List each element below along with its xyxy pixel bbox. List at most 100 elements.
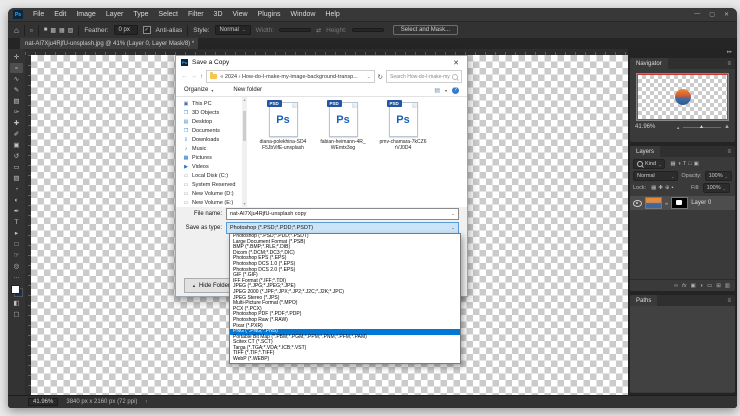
- sidebar-item-pictures[interactable]: ▦ Pictures: [176, 153, 242, 162]
- screen-mode-icon[interactable]: ▢: [10, 309, 23, 319]
- filter-shape-icon[interactable]: □: [688, 161, 691, 167]
- menu-image[interactable]: Image: [71, 8, 100, 21]
- zoom-in-icon[interactable]: ▲: [724, 124, 730, 130]
- add-mask-icon[interactable]: ▣: [690, 283, 695, 289]
- healing-brush-tool[interactable]: ✚: [10, 118, 23, 128]
- subtract-selection-icon[interactable]: ▦: [59, 27, 65, 34]
- file-item[interactable]: PSD Ps diana-polekhina-SD4F5JbVifE-unspl…: [259, 100, 307, 207]
- zoom-slider-thumb[interactable]: ▲: [699, 124, 704, 130]
- blur-tool[interactable]: ◔: [10, 184, 23, 194]
- add-selection-icon[interactable]: ▩: [50, 27, 56, 34]
- sidebar-item-system-reserved[interactable]: ▭ System Reserved: [176, 180, 242, 189]
- navigator-thumbnail[interactable]: [636, 73, 729, 121]
- menu-layer[interactable]: Layer: [101, 8, 129, 21]
- menu-type[interactable]: Type: [128, 8, 153, 21]
- collapse-panels-icon[interactable]: ▸▸: [628, 49, 737, 56]
- filter-type-icon[interactable]: T: [683, 161, 686, 167]
- new-selection-icon[interactable]: ■: [44, 27, 48, 34]
- layer-style-fx-icon[interactable]: fx: [682, 283, 686, 289]
- file-item[interactable]: PSD Ps pmv-chamara-7kCZ6rVJ0D4: [379, 100, 427, 207]
- panel-menu-icon[interactable]: ≡: [723, 295, 735, 306]
- opacity-dropdown[interactable]: 100% ⌄: [704, 171, 732, 181]
- menu-view[interactable]: View: [228, 8, 253, 21]
- delete-layer-icon[interactable]: ▥: [725, 283, 730, 289]
- zoom-slider-track[interactable]: ▲: [683, 124, 722, 130]
- format-option[interactable]: WebP (*.WEBP): [230, 356, 460, 363]
- file-item[interactable]: PSD Ps fabian-heimann-4R_WEmtx3og: [319, 100, 367, 207]
- layer-visibility-eye-icon[interactable]: [633, 199, 642, 207]
- eyedropper-tool[interactable]: ✑: [10, 107, 23, 117]
- link-layers-icon[interactable]: ∞: [674, 283, 678, 289]
- adjustment-layer-icon[interactable]: ◑: [700, 283, 703, 289]
- address-path-text[interactable]: « 2024 › How-do-I-make-my-image-backgrou…: [220, 74, 358, 80]
- help-icon[interactable]: ?: [452, 86, 459, 94]
- foreground-color-swatch[interactable]: [10, 285, 20, 294]
- select-and-mask-button[interactable]: Select and Mask...: [392, 25, 459, 35]
- new-folder-button[interactable]: New folder: [233, 87, 262, 93]
- sidebar-item-new-volume-e[interactable]: ▭ New Volume (E:): [176, 198, 242, 207]
- intersect-selection-icon[interactable]: ▧: [68, 27, 74, 34]
- menu-edit[interactable]: Edit: [49, 8, 71, 21]
- height-input[interactable]: [351, 28, 384, 32]
- type-tool[interactable]: T: [10, 217, 23, 227]
- organize-button[interactable]: Organize: [184, 87, 208, 93]
- up-icon[interactable]: ↑: [200, 73, 203, 80]
- panel-menu-icon[interactable]: ≡: [723, 146, 735, 157]
- back-icon[interactable]: ←: [181, 73, 188, 80]
- anti-alias-checkbox[interactable]: ✓: [142, 26, 151, 34]
- hand-tool[interactable]: ☞: [10, 250, 23, 260]
- close-button[interactable]: ✕: [724, 11, 729, 18]
- crop-tool[interactable]: ▧: [10, 96, 23, 106]
- blend-mode-dropdown[interactable]: Normal ⌄: [633, 171, 679, 181]
- lasso-tool[interactable]: ∿: [10, 74, 23, 84]
- refresh-icon[interactable]: ↻: [378, 73, 383, 81]
- filter-smart-object-icon[interactable]: ▣: [694, 161, 699, 167]
- menu-help[interactable]: Help: [320, 8, 344, 21]
- home-icon[interactable]: ⌂: [14, 26, 19, 35]
- forward-icon[interactable]: →: [191, 73, 198, 80]
- menu-window[interactable]: Window: [286, 8, 321, 21]
- view-options-chevron-icon[interactable]: ▾: [445, 88, 447, 93]
- document-tab[interactable]: nat-AI7Xju4RjfU-unsplash.jpg @ 41% (Laye…: [20, 38, 198, 49]
- lock-all-icon[interactable]: ▪: [672, 185, 674, 191]
- address-dropdown-icon[interactable]: ⌄: [367, 74, 371, 80]
- lock-pixels-icon[interactable]: ✚: [658, 185, 663, 191]
- sidebar-item-local-disk-c[interactable]: ▭ Local Disk (C:): [176, 171, 242, 180]
- sidebar-item-videos[interactable]: ▶ Videos: [176, 162, 242, 171]
- menu-file[interactable]: File: [28, 8, 49, 21]
- new-layer-icon[interactable]: ⊞: [716, 283, 721, 289]
- dialog-title-bar[interactable]: Ps Save a Copy ✕: [176, 56, 467, 69]
- sidebar-item-downloads[interactable]: ⇩ Downloads: [176, 135, 242, 144]
- layer-row-layer-0[interactable]: ∞ Layer 0: [630, 196, 735, 210]
- filter-adjustment-icon[interactable]: ◑: [678, 161, 681, 167]
- quick-selection-tool[interactable]: ✎: [10, 85, 23, 95]
- scrollbar-thumb[interactable]: [243, 111, 246, 141]
- sidebar-item-3d-objects[interactable]: ❒ 3D Objects: [176, 108, 242, 117]
- scroll-up-icon[interactable]: ▲: [242, 98, 247, 102]
- layer-thumbnail[interactable]: [645, 197, 662, 209]
- menu-plugins[interactable]: Plugins: [253, 8, 286, 21]
- panel-menu-icon[interactable]: ≡: [723, 58, 735, 69]
- search-input[interactable]: Search How-do-I-make-my-i...: [386, 70, 462, 83]
- style-dropdown[interactable]: Normal ⌄: [214, 25, 251, 35]
- quick-mask-icon[interactable]: ◧: [10, 298, 23, 308]
- navigator-zoom-value[interactable]: 41.96%: [635, 124, 655, 130]
- dodge-tool[interactable]: ◐: [10, 195, 23, 205]
- address-path-box[interactable]: « 2024 › How-do-I-make-my-image-backgrou…: [206, 70, 375, 83]
- move-tool[interactable]: ✛: [10, 52, 23, 62]
- sidebar-item-new-volume-d[interactable]: ▭ New Volume (D:): [176, 189, 242, 198]
- lock-transparent-icon[interactable]: ▦: [651, 185, 656, 191]
- sidebar-item-documents[interactable]: ❒ Documents: [176, 126, 242, 135]
- view-options-icon[interactable]: ▤: [434, 87, 440, 94]
- eraser-tool[interactable]: ▭: [10, 162, 23, 172]
- menu-select[interactable]: Select: [154, 8, 183, 21]
- menu-3d[interactable]: 3D: [209, 8, 228, 21]
- tree-scrollbar[interactable]: ▲ ▼: [242, 97, 247, 207]
- color-swatches[interactable]: [10, 285, 23, 297]
- edit-toolbar-icon[interactable]: ···: [10, 272, 23, 282]
- file-name-input[interactable]: nat-AI7Xju4RjfU-unsplash copy ⌄: [226, 208, 459, 220]
- chevron-down-icon[interactable]: ⌄: [451, 211, 455, 217]
- feather-input[interactable]: 0 px: [113, 25, 138, 35]
- rectangle-tool[interactable]: □: [10, 239, 23, 249]
- filter-pixel-icon[interactable]: ▦: [670, 161, 675, 167]
